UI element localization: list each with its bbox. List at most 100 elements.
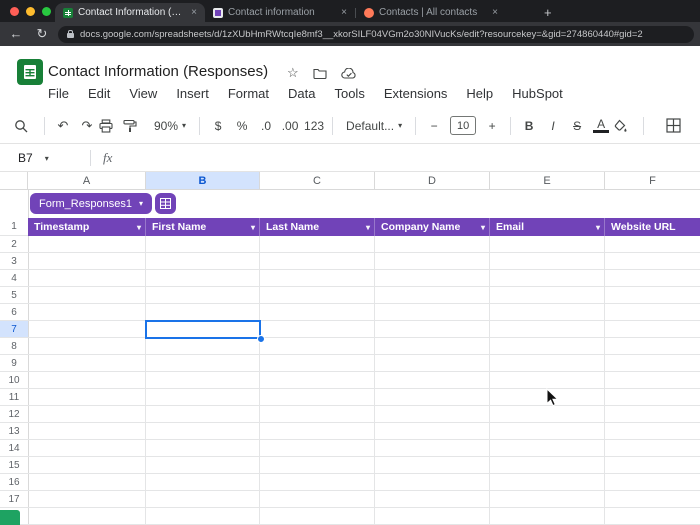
borders-button[interactable] bbox=[666, 118, 690, 133]
filter-chevron-icon[interactable]: ▾ bbox=[366, 223, 370, 232]
increase-decimal-button[interactable]: .00 bbox=[278, 120, 302, 132]
name-box[interactable]: B7 ▾ bbox=[0, 151, 78, 165]
doc-title[interactable]: Contact Information (Responses) bbox=[48, 63, 268, 80]
selected-cell-b7[interactable] bbox=[145, 320, 261, 339]
fill-handle[interactable] bbox=[257, 335, 265, 343]
decrease-decimal-button[interactable]: .0 bbox=[254, 120, 278, 132]
table-grid-button[interactable] bbox=[154, 193, 176, 214]
sheets-favicon bbox=[63, 7, 73, 18]
close-window-button[interactable] bbox=[10, 7, 19, 16]
column-header-f[interactable]: F bbox=[605, 172, 700, 190]
row-number[interactable]: 11 bbox=[0, 389, 28, 406]
print-button[interactable] bbox=[99, 118, 123, 133]
sheet-tab-indicator[interactable] bbox=[0, 510, 20, 525]
format-currency-button[interactable]: $ bbox=[206, 120, 230, 132]
filter-chevron-icon[interactable]: ▾ bbox=[137, 223, 141, 232]
menu-item[interactable]: Insert bbox=[176, 86, 209, 101]
font-select[interactable]: Default... ▾ bbox=[339, 119, 409, 133]
minimize-window-button[interactable] bbox=[26, 7, 35, 16]
font-value: Default... bbox=[346, 118, 395, 133]
strikethrough-button[interactable]: S bbox=[565, 120, 589, 132]
move-folder-icon[interactable] bbox=[313, 68, 327, 79]
tab-contact-information-form[interactable]: Contact information × bbox=[205, 3, 355, 22]
increase-font-size-button[interactable]: + bbox=[480, 120, 504, 132]
sheets-logo-icon[interactable] bbox=[17, 59, 43, 85]
window-controls bbox=[10, 7, 51, 16]
row-number[interactable]: 4 bbox=[0, 270, 28, 287]
tab-contact-information-responses[interactable]: Contact Information (Respon... × bbox=[55, 3, 205, 22]
row-number[interactable]: 6 bbox=[0, 304, 28, 321]
font-size-input[interactable]: 10 bbox=[450, 116, 477, 135]
row-number[interactable]: 1 bbox=[0, 218, 28, 236]
bold-button[interactable]: B bbox=[517, 120, 541, 132]
table-name-chip[interactable]: Form_Responses1 ▾ bbox=[30, 193, 152, 214]
column-header-b[interactable]: B bbox=[146, 172, 260, 190]
select-all-corner[interactable] bbox=[0, 172, 28, 190]
back-button[interactable]: ← bbox=[6, 25, 26, 43]
chevron-down-icon: ▾ bbox=[182, 121, 187, 130]
zoom-window-button[interactable] bbox=[42, 7, 51, 16]
row-number[interactable]: 10 bbox=[0, 372, 28, 389]
menu-item[interactable]: Help bbox=[466, 86, 493, 101]
search-icon[interactable] bbox=[14, 119, 38, 133]
row-number[interactable]: 3 bbox=[0, 253, 28, 270]
reload-button[interactable]: ↻ bbox=[32, 25, 52, 43]
menu-item[interactable]: View bbox=[129, 86, 157, 101]
gridline bbox=[145, 236, 146, 525]
table-header-email[interactable]: Email ▾ bbox=[490, 218, 605, 236]
column-header-d[interactable]: D bbox=[375, 172, 490, 190]
row-number[interactable]: 16 bbox=[0, 474, 28, 491]
toolbar-divider bbox=[510, 116, 512, 135]
star-icon[interactable]: ☆ bbox=[287, 65, 299, 81]
column-header-a[interactable]: A bbox=[28, 172, 146, 190]
undo-button[interactable]: ↶ bbox=[51, 119, 75, 132]
redo-button[interactable]: ↷ bbox=[75, 119, 99, 132]
row-number[interactable]: 5 bbox=[0, 287, 28, 304]
table-header-timestamp[interactable]: Timestamp ▾ bbox=[28, 218, 146, 236]
row-number[interactable]: 15 bbox=[0, 457, 28, 474]
menu-item[interactable]: Extensions bbox=[384, 86, 448, 101]
row-number[interactable]: 17 bbox=[0, 491, 28, 508]
grid-rows-area[interactable] bbox=[28, 236, 700, 525]
row-number[interactable]: 9 bbox=[0, 355, 28, 372]
filter-chevron-icon[interactable]: ▾ bbox=[251, 223, 255, 232]
row-number[interactable]: 8 bbox=[0, 338, 28, 355]
text-color-button[interactable]: A bbox=[589, 118, 613, 133]
new-tab-button[interactable]: + bbox=[544, 3, 552, 22]
table-header-company-name[interactable]: Company Name ▾ bbox=[375, 218, 490, 236]
filter-chevron-icon[interactable]: ▾ bbox=[481, 223, 485, 232]
row-number[interactable]: 12 bbox=[0, 406, 28, 423]
menu-item[interactable]: Tools bbox=[334, 86, 364, 101]
row-number[interactable]: 14 bbox=[0, 440, 28, 457]
column-header-e[interactable]: E bbox=[490, 172, 605, 190]
close-tab-icon[interactable]: × bbox=[191, 7, 197, 18]
table-header-first-name[interactable]: First Name ▾ bbox=[146, 218, 260, 236]
fill-color-button[interactable] bbox=[613, 119, 637, 133]
formula-bar: B7 ▾ fx bbox=[0, 145, 700, 172]
row-number[interactable]: 7 bbox=[0, 321, 28, 338]
more-formats-button[interactable]: 123 bbox=[302, 120, 326, 132]
column-header-c[interactable]: C bbox=[260, 172, 375, 190]
row-number[interactable]: 13 bbox=[0, 423, 28, 440]
cloud-saved-icon[interactable] bbox=[341, 68, 357, 79]
toolbar-divider bbox=[643, 116, 645, 135]
menu-item[interactable]: File bbox=[48, 86, 69, 101]
menu-item[interactable]: HubSpot bbox=[512, 86, 563, 101]
format-percent-button[interactable]: % bbox=[230, 120, 254, 132]
zoom-select[interactable]: 90% ▾ bbox=[147, 119, 193, 133]
filter-chevron-icon[interactable]: ▾ bbox=[596, 223, 600, 232]
menu-item[interactable]: Edit bbox=[88, 86, 110, 101]
url-bar[interactable]: docs.google.com/spreadsheets/d/1zXUbHmRW… bbox=[58, 25, 694, 43]
tab-contacts-hubspot[interactable]: Contacts | All contacts × bbox=[356, 3, 506, 22]
table-header-row: Timestamp ▾ First Name ▾ Last Name ▾ Com… bbox=[28, 218, 700, 236]
table-header-website-url[interactable]: Website URL bbox=[605, 218, 700, 236]
close-tab-icon[interactable]: × bbox=[492, 7, 498, 18]
paint-format-button[interactable] bbox=[123, 119, 147, 133]
table-header-last-name[interactable]: Last Name ▾ bbox=[260, 218, 375, 236]
decrease-font-size-button[interactable]: − bbox=[422, 120, 446, 132]
row-number[interactable]: 2 bbox=[0, 236, 28, 253]
menu-item[interactable]: Format bbox=[228, 86, 269, 101]
menu-item[interactable]: Data bbox=[288, 86, 315, 101]
italic-button[interactable]: I bbox=[541, 120, 565, 132]
close-tab-icon[interactable]: × bbox=[341, 7, 347, 18]
